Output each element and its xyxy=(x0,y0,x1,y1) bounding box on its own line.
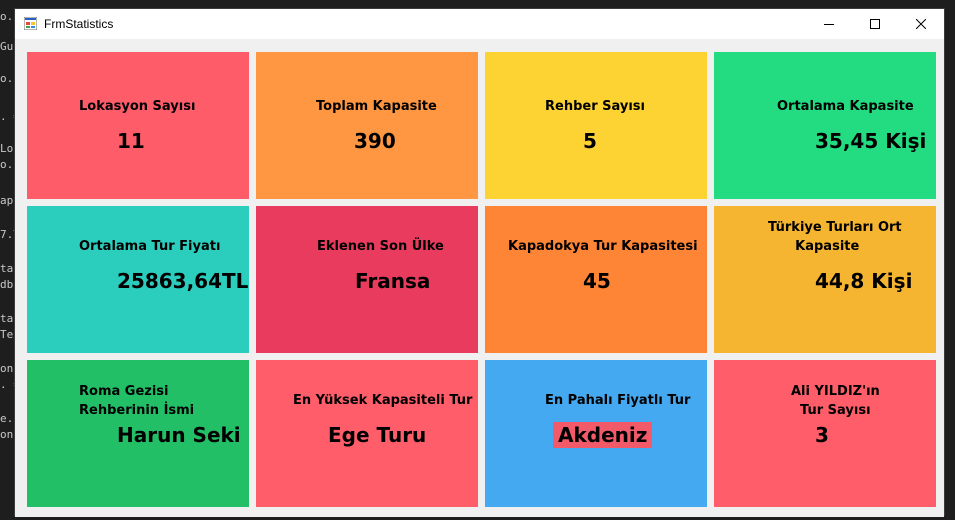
tile-average-capacity: Ortalama Kapasite 35,45 Kişi xyxy=(714,52,936,199)
tile-label: Lokasyon Sayısı xyxy=(79,99,196,114)
statistics-window: FrmStatistics Lokasyon Sayısı 11 Toplam … xyxy=(14,8,945,517)
tile-value: Fransa xyxy=(355,269,431,293)
tile-cappadocia-capacity: Kapadokya Tur Kapasitesi 45 xyxy=(485,206,707,353)
code-fragment: Gu xyxy=(0,40,14,53)
tile-value: 25863,64TL xyxy=(117,269,249,293)
tile-label: Ortalama Kapasite xyxy=(777,99,914,114)
tile-rome-guide-name: Roma Gezisi Rehberinin İsmi Harun Seki xyxy=(27,360,249,507)
tile-value: Akdeniz xyxy=(553,422,653,448)
tile-value: 3 xyxy=(815,423,829,447)
tile-location-count: Lokasyon Sayısı 11 xyxy=(27,52,249,199)
tile-label: Eklenen Son Ülke xyxy=(317,239,444,254)
code-fragment: on xyxy=(0,362,14,375)
tile-label: Roma Gezisi Rehberinin İsmi xyxy=(79,384,195,418)
tile-value: 35,45 Kişi xyxy=(815,129,927,153)
tile-value: 11 xyxy=(117,129,145,153)
minimize-button[interactable] xyxy=(806,9,852,39)
statistics-grid: Lokasyon Sayısı 11 Toplam Kapasite 390 R… xyxy=(15,39,944,517)
tile-value: Ege Turu xyxy=(328,423,427,447)
tile-label: Rehber Sayısı xyxy=(545,99,646,114)
tile-value: 5 xyxy=(583,129,597,153)
tile-average-tour-price: Ortalama Tur Fiyatı 25863,64TL xyxy=(27,206,249,353)
tile-value: 44,8 Kişi xyxy=(815,269,913,293)
tile-total-capacity: Toplam Kapasite 390 xyxy=(256,52,478,199)
tile-label: Ortalama Tur Fiyatı xyxy=(79,239,221,254)
tile-label: En Yüksek Kapasiteli Tur xyxy=(293,393,473,408)
tile-ali-yildiz-tour-count: Ali YILDIZ'ın Tur Sayısı 3 xyxy=(714,360,936,507)
tile-label: Türkiye Turları Ort Kapasite xyxy=(768,220,902,254)
tile-label: Kapadokya Tur Kapasitesi xyxy=(508,239,698,254)
close-button[interactable] xyxy=(898,9,944,39)
close-icon xyxy=(916,19,926,29)
tile-label: Ali YILDIZ'ın Tur Sayısı xyxy=(791,384,880,418)
maximize-button[interactable] xyxy=(852,9,898,39)
window-title: FrmStatistics xyxy=(44,17,114,31)
tile-highest-capacity-tour: En Yüksek Kapasiteli Tur Ege Turu xyxy=(256,360,478,507)
code-fragment: db xyxy=(0,278,14,291)
code-fragment: on xyxy=(0,428,14,441)
tile-most-expensive-tour: En Pahalı Fiyatlı Tur Akdeniz xyxy=(485,360,707,507)
minimize-icon xyxy=(824,24,834,25)
app-icon xyxy=(24,17,37,30)
tile-value: 45 xyxy=(583,269,611,293)
tile-label: En Pahalı Fiyatlı Tur xyxy=(545,393,691,408)
tile-turkey-tours-avg-capacity: Türkiye Turları Ort Kapasite 44,8 Kişi xyxy=(714,206,936,353)
code-fragment: e. xyxy=(0,412,14,425)
maximize-icon xyxy=(870,19,880,29)
title-bar[interactable]: FrmStatistics xyxy=(15,9,944,39)
tile-value: 390 xyxy=(354,129,396,153)
tile-label: Toplam Kapasite xyxy=(316,99,437,114)
tile-last-added-country: Eklenen Son Ülke Fransa xyxy=(256,206,478,353)
tile-value: Harun Seki xyxy=(117,423,241,447)
tile-guide-count: Rehber Sayısı 5 xyxy=(485,52,707,199)
